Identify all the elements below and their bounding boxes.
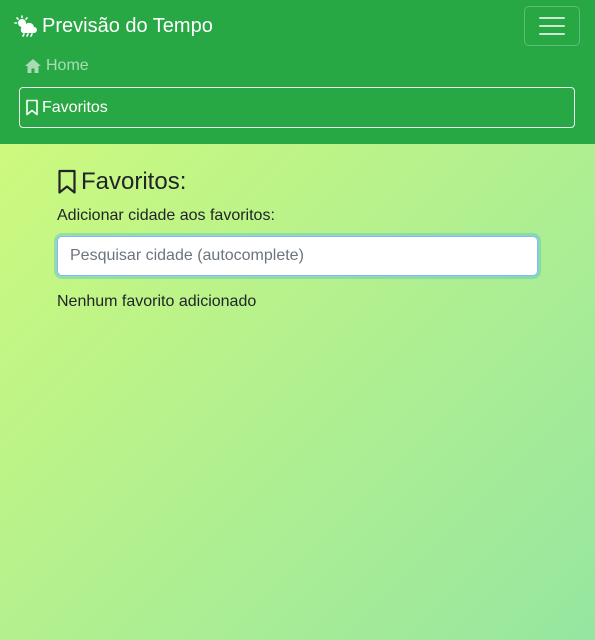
city-search-input[interactable] [57, 236, 538, 276]
cloud-sun-rain-icon [14, 15, 38, 37]
bookmark-icon [25, 99, 39, 116]
brand-title: Previsão do Tempo [42, 15, 213, 37]
nav-link-home-label: Home [46, 57, 89, 74]
add-city-label: Adicionar cidade aos favoritos: [57, 207, 275, 224]
hamburger-menu-icon [538, 16, 566, 36]
page-title-text: Favoritos: [81, 168, 187, 195]
home-icon [24, 58, 42, 74]
nav-link-favoritos-label: Favoritos [42, 98, 108, 116]
navbar: Previsão do Tempo Home Favoritos [0, 0, 595, 144]
nav-link-favoritos[interactable]: Favoritos [19, 87, 575, 128]
empty-favorites-message: Nenhum favorito adicionado [57, 293, 257, 310]
bookmark-icon [57, 169, 77, 195]
nav-link-home[interactable]: Home [24, 54, 89, 78]
navbar-toggler-button[interactable] [524, 6, 580, 46]
page-title: Favoritos: [57, 166, 538, 198]
favorites-section: Favoritos: Adicionar cidade aos favorito… [57, 166, 538, 314]
brand-link[interactable]: Previsão do Tempo [14, 13, 213, 39]
